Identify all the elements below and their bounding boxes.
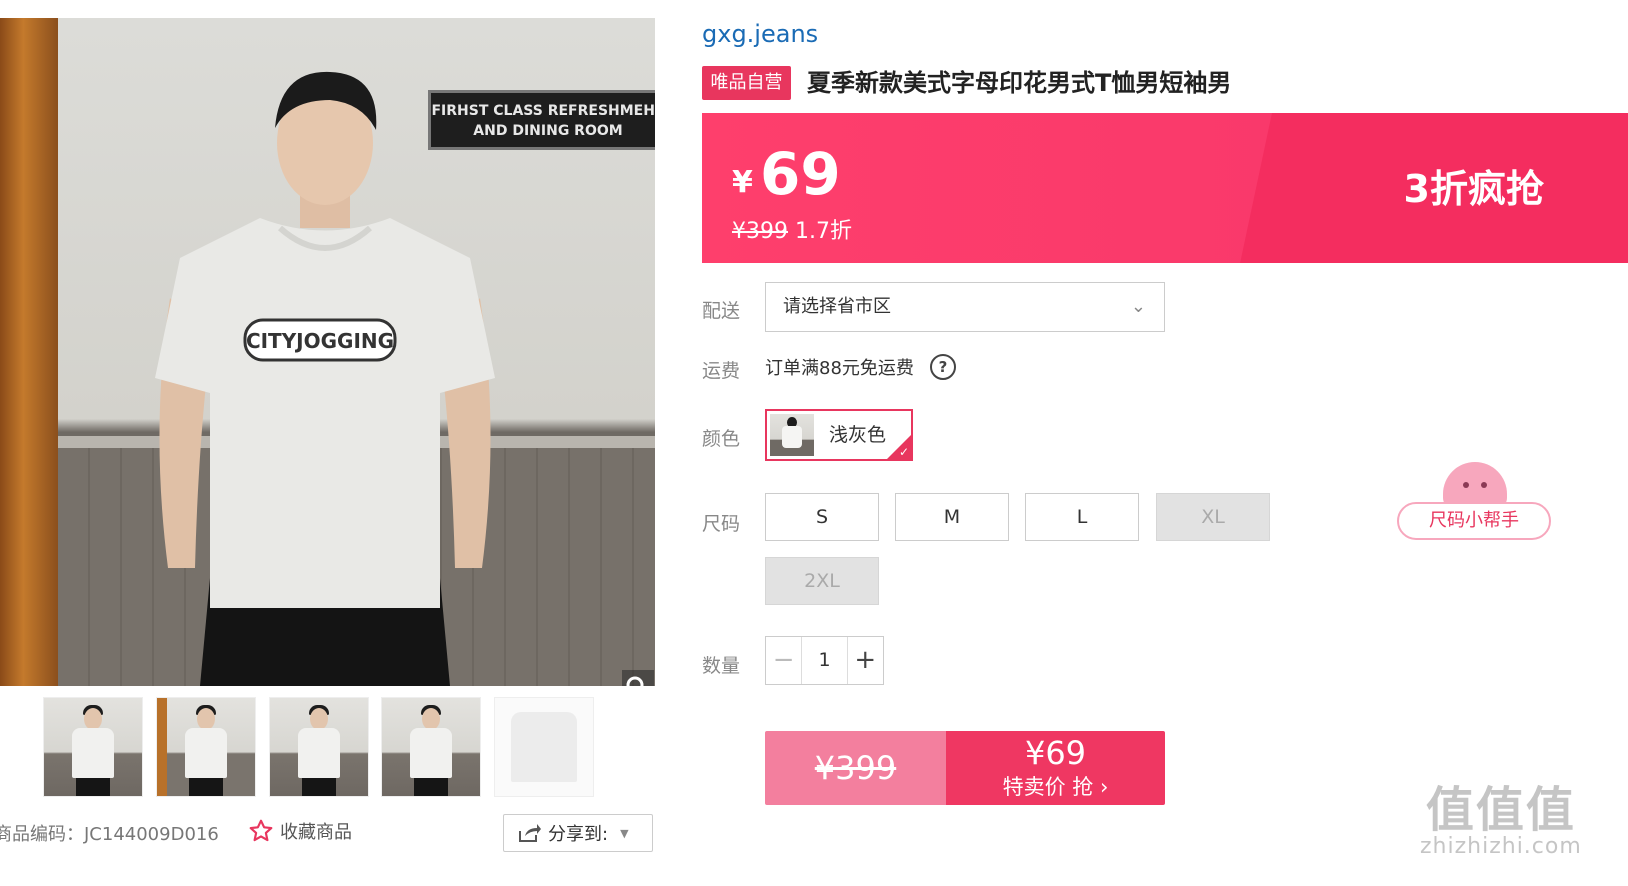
color-label: 颜色 — [702, 428, 741, 450]
check-icon: ✓ — [898, 445, 909, 459]
chevron-down-icon: ⌄ — [1130, 296, 1146, 317]
sale-price: 69 — [760, 140, 841, 208]
color-swatch-image — [770, 414, 814, 456]
share-icon — [519, 824, 541, 842]
thumbnail-1[interactable] — [43, 697, 143, 797]
currency-symbol: ¥ — [732, 165, 753, 200]
buy-sale-section[interactable]: ¥69 特卖价 抢 › — [946, 731, 1165, 805]
size-option-2xl: 2XL — [765, 557, 879, 605]
quantity-decrease-button[interactable]: − — [766, 637, 801, 684]
size-label: 尺码 — [702, 513, 741, 535]
original-price: ¥399 — [732, 219, 788, 244]
zoom-icon — [626, 676, 644, 686]
favorite-button[interactable]: 收藏商品 — [248, 818, 352, 844]
promo-text: 3折疯抢 — [1403, 167, 1544, 211]
help-icon[interactable]: ? — [930, 354, 956, 380]
thumbnail-strip — [0, 697, 655, 797]
watermark-domain: zhizhizhi.com — [1420, 834, 1582, 859]
thumbnail-2[interactable] — [156, 697, 256, 797]
color-option-label: 浅灰色 — [829, 424, 887, 446]
shirt-print-text: CITYJOGGING — [246, 329, 394, 353]
quantity-label: 数量 — [702, 655, 741, 677]
share-label: 分享到: — [548, 824, 609, 845]
caret-down-icon: ▼ — [620, 826, 629, 840]
zoom-button[interactable] — [622, 670, 654, 686]
thumbnail-3[interactable] — [269, 697, 369, 797]
quantity-increase-button[interactable]: + — [848, 637, 883, 684]
buy-sale-price: ¥69 — [1024, 734, 1087, 772]
watermark-logo-text: 值值值 — [1425, 782, 1576, 838]
quantity-stepper: − 1 + — [765, 636, 884, 685]
size-helper-button[interactable]: 尺码小帮手 — [1397, 462, 1553, 542]
brand-link[interactable]: gxg.jeans — [702, 20, 818, 48]
model-figure: CITYJOGGING — [155, 71, 495, 686]
original-price-row: ¥399 1.7折 — [732, 213, 852, 245]
shipping-label: 运费 — [702, 360, 741, 382]
thumbnail-4[interactable] — [381, 697, 481, 797]
product-title: 夏季新款美式字母印花男式T恤男短袖男 — [807, 69, 1232, 97]
star-icon — [249, 819, 273, 842]
region-select[interactable]: 请选择省市区 ⌄ — [765, 282, 1165, 332]
door-frame — [0, 18, 58, 686]
price-banner: ¥ 69 ¥399 1.7折 3折疯抢 — [702, 113, 1628, 263]
product-code: 商品编码：JC144009D016 — [0, 824, 219, 845]
quantity-input[interactable]: 1 — [801, 637, 848, 684]
buy-now-button[interactable]: ¥399 ¥69 特卖价 抢 › — [765, 731, 1165, 805]
favorite-label: 收藏商品 — [280, 822, 352, 843]
site-watermark: 值值值 zhizhizhi.com — [1420, 770, 1582, 859]
size-option-xl: XL — [1156, 493, 1270, 541]
vip-self-operated-badge: 唯品自营 — [702, 66, 791, 100]
thumbnail-5[interactable] — [494, 697, 594, 797]
region-select-value: 请选择省市区 — [783, 296, 891, 317]
size-option-m[interactable]: M — [895, 493, 1009, 541]
shipping-value: 订单满88元免运费 — [765, 358, 914, 379]
discount-rate: 1.7折 — [795, 219, 852, 244]
delivery-label: 配送 — [702, 300, 741, 322]
size-option-l[interactable]: L — [1025, 493, 1139, 541]
share-button[interactable]: 分享到: ▼ — [503, 814, 653, 852]
buy-original-price: ¥399 — [765, 731, 946, 805]
buy-label: 特卖价 抢 › — [1002, 775, 1109, 799]
color-option-light-gray[interactable]: 浅灰色 ✓ — [765, 409, 913, 461]
size-option-s[interactable]: S — [765, 493, 879, 541]
size-helper-label: 尺码小帮手 — [1397, 502, 1551, 540]
main-product-image[interactable]: FIRHST CLASS REFRESHMEHT AND DINING ROOM… — [0, 18, 655, 686]
